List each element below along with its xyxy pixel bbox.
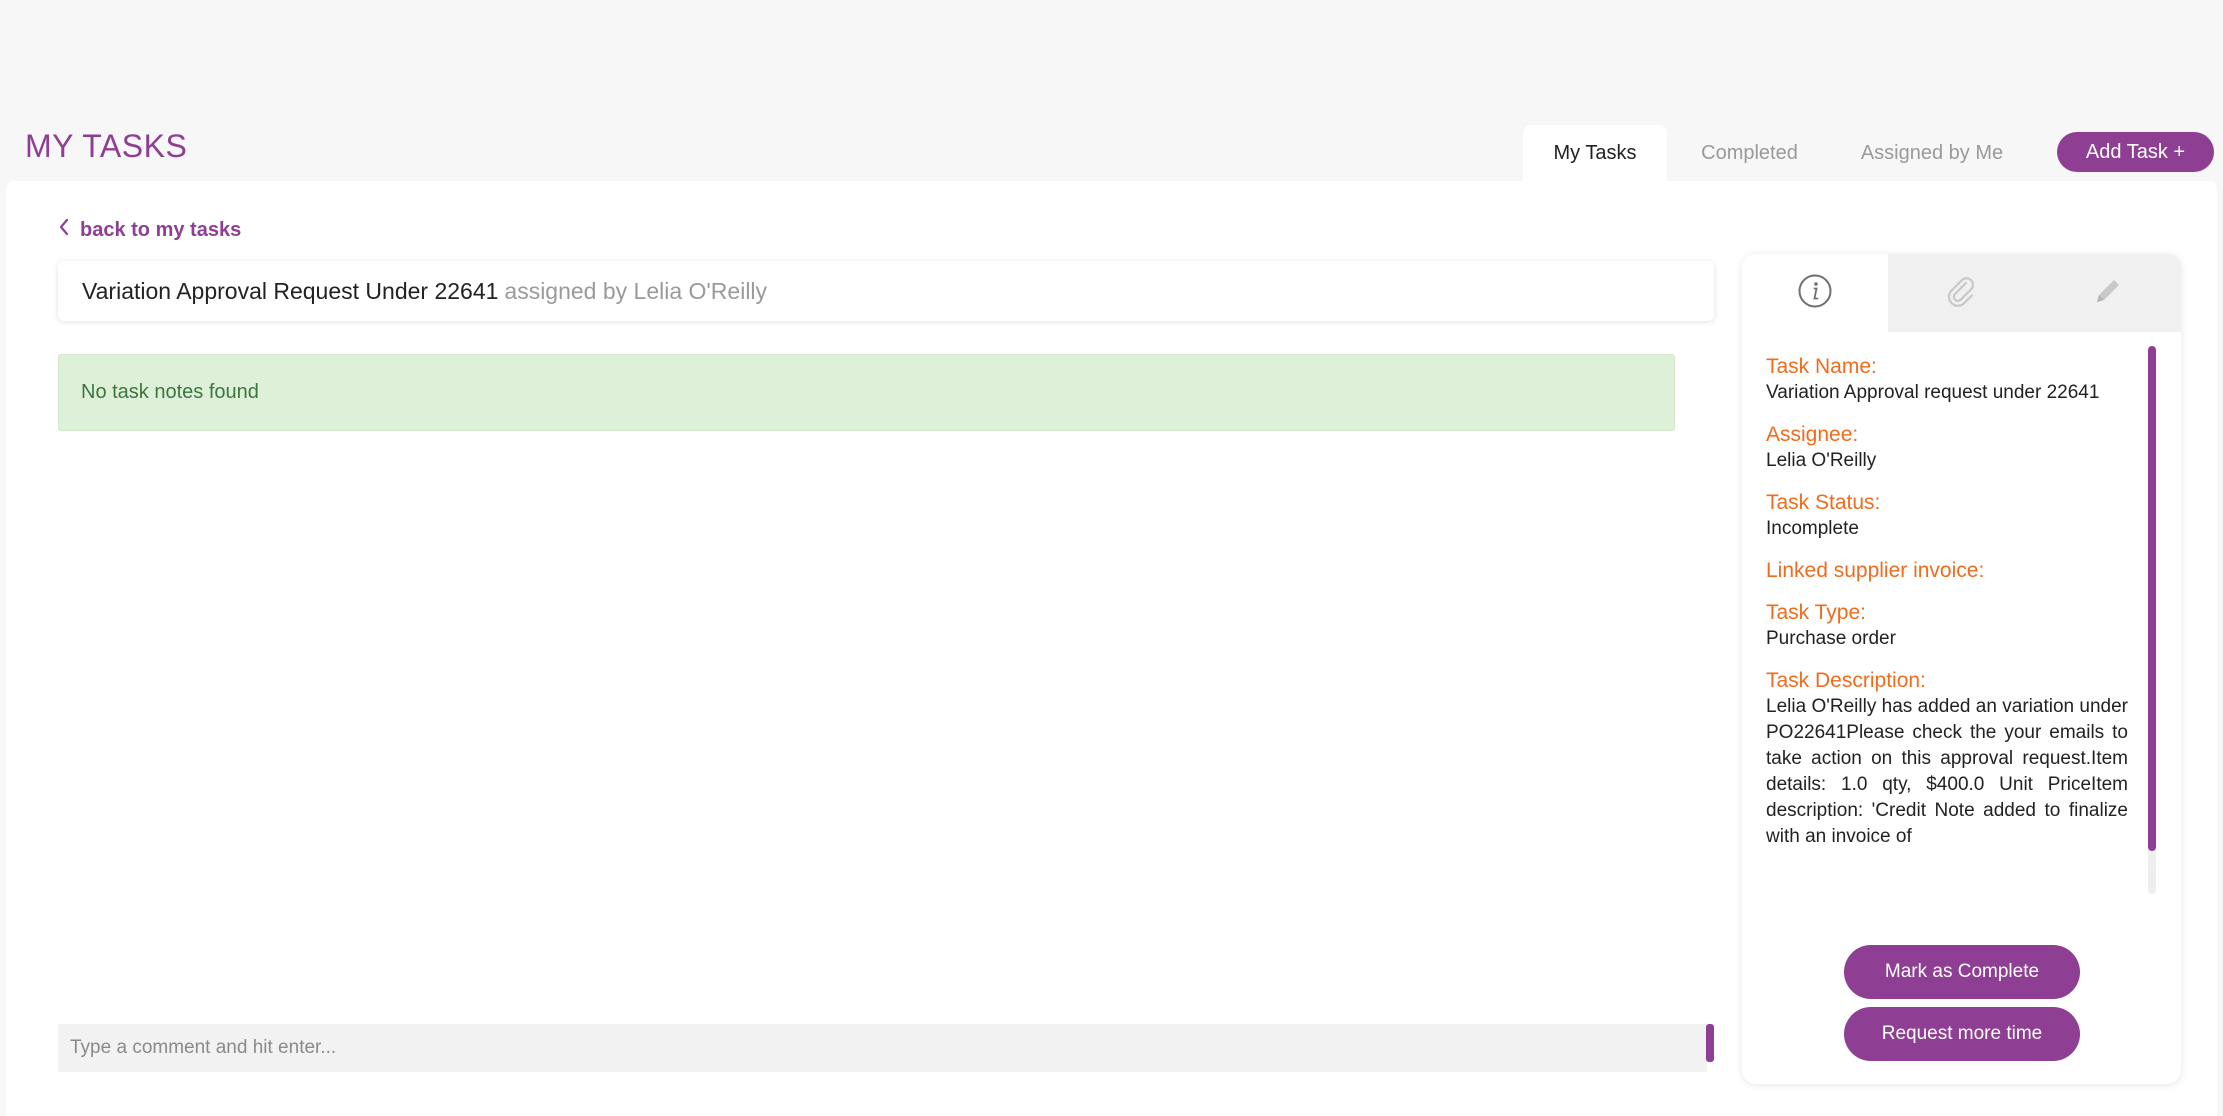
task-description-label: Task Description:: [1766, 669, 1926, 692]
page-title: MY TASKS: [25, 128, 188, 164]
task-info-panel: Task Name: Variation Approval request un…: [1742, 254, 2181, 1084]
task-name-value: Variation Approval request under 22641: [1766, 382, 2100, 403]
tab-info[interactable]: [1742, 254, 1889, 332]
back-to-tasks-link[interactable]: back to my tasks: [58, 218, 241, 242]
task-info-body: Task Name: Variation Approval request un…: [1766, 354, 2128, 899]
tab-attachments[interactable]: [1888, 254, 2034, 332]
task-tabs: My Tasks Completed Assigned by Me: [1523, 125, 2032, 181]
assignee-value: Lelia O'Reilly: [1766, 450, 1877, 471]
info-scrollbar-thumb[interactable]: [2148, 346, 2156, 851]
task-name-label: Task Name:: [1766, 355, 1877, 378]
comment-input[interactable]: [58, 1024, 1707, 1072]
assignee-label: Assignee:: [1766, 423, 1859, 446]
tab-edit[interactable]: [2035, 254, 2181, 332]
task-type-value: Purchase order: [1766, 628, 1896, 649]
tab-assigned-by-me[interactable]: Assigned by Me: [1832, 125, 2032, 181]
task-status-label: Task Status:: [1766, 491, 1881, 514]
side-panel-tabs: [1742, 254, 2181, 332]
task-title-bar: Variation Approval Request Under 22641 a…: [58, 261, 1714, 321]
request-more-time-button[interactable]: Request more time: [1844, 1007, 2080, 1061]
task-type-label: Task Type:: [1766, 601, 1866, 624]
linked-invoice-label: Linked supplier invoice:: [1766, 559, 1985, 582]
comment-scrollbar[interactable]: [1706, 1024, 1714, 1062]
tab-my-tasks[interactable]: My Tasks: [1523, 125, 1667, 181]
task-description-value: Lelia O'Reilly has added an variation un…: [1766, 696, 2128, 847]
chevron-left-icon: [58, 218, 70, 242]
add-task-button[interactable]: Add Task +: [2057, 132, 2214, 172]
no-notes-alert: No task notes found: [58, 354, 1675, 431]
info-icon: [1797, 273, 1833, 314]
tab-completed[interactable]: Completed: [1667, 125, 1832, 181]
pencil-icon: [2091, 274, 2125, 313]
mark-complete-button[interactable]: Mark as Complete: [1844, 945, 2080, 999]
assigned-by-text: assigned by Lelia O'Reilly: [504, 277, 768, 304]
paperclip-icon: [1944, 274, 1978, 313]
task-title: Variation Approval Request Under 22641: [82, 277, 499, 304]
back-link-label: back to my tasks: [80, 218, 242, 241]
task-status-value: Incomplete: [1766, 518, 1859, 539]
no-notes-message: No task notes found: [81, 381, 259, 403]
